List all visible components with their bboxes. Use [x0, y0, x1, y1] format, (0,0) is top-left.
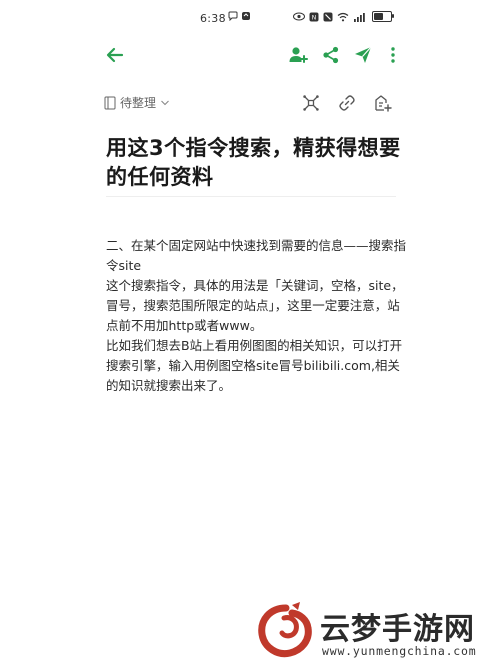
eye-icon — [293, 12, 305, 21]
app-bar — [0, 36, 500, 76]
folder-selector[interactable]: 待整理 — [104, 94, 170, 111]
app-badge-icon — [242, 12, 250, 20]
chat-bubble-icon — [228, 11, 238, 21]
mind-map-icon — [303, 95, 319, 111]
back-button[interactable] — [102, 42, 128, 68]
chevron-down-icon — [161, 100, 169, 105]
status-bar: 6:38 N — [0, 0, 500, 36]
note-paragraph: 比如我们想去B站上看用例图图的相关知识，可以打开搜索引擎，输入用例图空格site… — [106, 338, 403, 393]
add-user-button[interactable] — [285, 42, 311, 68]
share-icon — [323, 46, 339, 64]
status-right-icons: N — [293, 11, 394, 22]
status-time: 6:38 — [200, 12, 226, 25]
note-toolbar: 待整理 — [0, 90, 500, 118]
watermark: 云梦手游网 www.yunmengchina.com — [250, 596, 500, 666]
link-button[interactable] — [336, 92, 358, 114]
note-paragraph: 二、在某个固定网站中快速找到需要的信息——搜索指令site — [106, 238, 407, 273]
yunmeng-logo — [258, 602, 312, 658]
note-body[interactable]: 二、在某个固定网站中快速找到需要的信息——搜索指令site 这个搜索指令，具体的… — [106, 236, 406, 396]
wifi-icon — [337, 12, 349, 21]
add-user-icon — [289, 47, 308, 63]
note-title[interactable]: 用这3个指令搜索，精获得想要的任何资料 — [106, 134, 406, 192]
add-note-button[interactable] — [372, 92, 394, 114]
more-button[interactable] — [380, 42, 406, 68]
status-left-icons — [228, 11, 251, 21]
share-button[interactable] — [318, 42, 344, 68]
send-button[interactable] — [350, 42, 376, 68]
back-arrow-icon — [106, 47, 124, 63]
watermark-url: www.yunmengchina.com — [322, 644, 477, 658]
watermark-brand: 云梦手游网 — [320, 612, 475, 647]
link-icon — [339, 95, 355, 111]
more-icon — [391, 47, 395, 63]
battery-icon — [372, 11, 394, 22]
notebook-icon — [104, 96, 116, 109]
nfc-icon: N — [309, 12, 319, 21]
note-paragraph: 这个搜索指令，具体的用法是「关键词，空格，site，冒号，搜索范围所限定的站点」… — [106, 278, 404, 333]
send-icon — [355, 46, 372, 63]
add-note-icon — [375, 95, 392, 112]
mind-map-button[interactable] — [300, 92, 322, 114]
svg-text:N: N — [312, 14, 317, 21]
folder-label: 待整理 — [120, 96, 157, 110]
signal-icon — [354, 12, 365, 22]
mute-icon — [323, 12, 333, 21]
title-divider — [106, 196, 396, 197]
